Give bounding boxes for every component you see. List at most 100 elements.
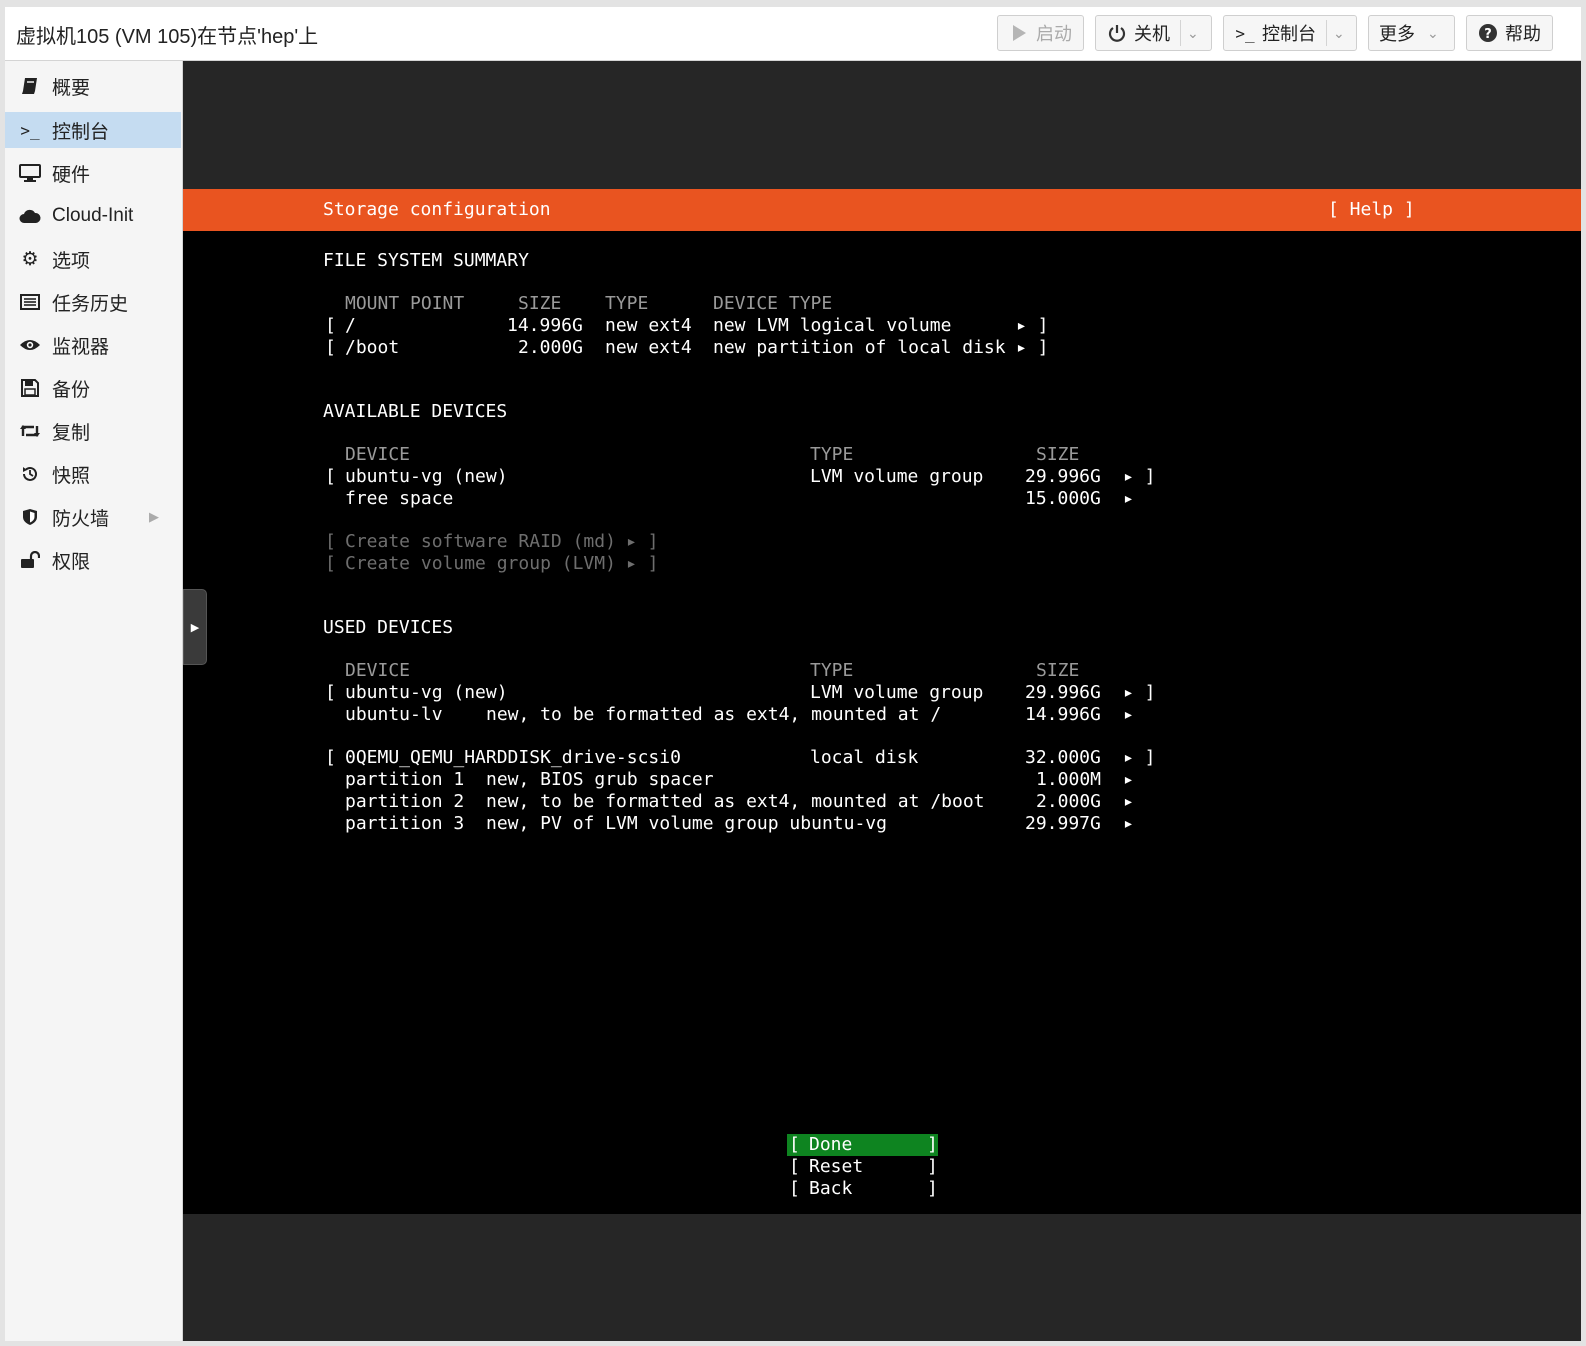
play-icon [1008,24,1030,42]
used-size: 32.000G [1025,747,1101,768]
expand-arrow-icon[interactable]: ▶ [149,509,159,525]
history-icon [17,465,43,483]
avail-size: 15.000G [1025,488,1101,509]
sidebar-item-options[interactable]: ⚙ 选项 [5,241,181,277]
app-window: 虚拟机105 (VM 105)在节点'hep'上 启动 关机 ⌄ >_ 控制台 … [5,7,1581,1341]
eye-icon [17,338,43,352]
fs-col-type: TYPE [605,293,649,314]
sidebar-item-permissions[interactable]: 权限 [5,542,181,578]
fs-summary-heading: FILE SYSTEM SUMMARY [323,250,529,271]
used-col-type: TYPE [810,660,854,681]
sidebar-item-label: Cloud-Init [52,205,134,226]
chevron-down-icon[interactable]: ⌄ [1333,25,1345,42]
used-child-size: 1.000M [1036,769,1102,790]
list-icon [17,294,43,310]
done-label: Done [809,1134,853,1155]
sidebar-item-monitor[interactable]: 监视器 [5,327,181,363]
sidebar-item-label: 控制台 [52,121,110,143]
shield-icon [17,508,43,526]
installer-help-button[interactable]: [ Help ] [1328,199,1415,221]
avail-device: free space [345,488,454,509]
start-button[interactable]: 启动 [997,15,1084,51]
sidebar-item-label: 快照 [52,465,91,487]
used-child-name: partition 2 [345,791,465,812]
avail-col-size: SIZE [1036,444,1080,465]
sidebar-item-summary[interactable]: 概要 [5,68,181,104]
avail-size: 29.996G [1025,466,1101,487]
used-devices-heading: USED DEVICES [323,617,454,638]
start-label: 启动 [1036,24,1072,44]
row-action-arrow-icon: ▸ [1123,813,1134,834]
fs-col-mount: MOUNT POINT [345,293,465,314]
fs-col-device-type: DEVICE TYPE [713,293,833,314]
vnc-console[interactable]: Storage configuration [ Help ] FILE SYST… [183,61,1581,1341]
used-child-name: ubuntu-lv [345,704,443,725]
book-icon [17,77,43,95]
sidebar-item-label: 监视器 [52,336,110,358]
unlock-icon [17,551,43,569]
console-label: 控制台 [1262,24,1316,44]
used-device: ubuntu-vg (new) [345,682,508,703]
sidebar-item-label: 任务历史 [52,293,129,315]
more-label: 更多 [1379,24,1415,44]
chevron-down-icon: ⌄ [1427,24,1439,41]
row-action-arrow-icon: ▸ ] [1123,466,1156,487]
used-device: 0QEMU_QEMU_HARDDISK_drive-scsi0 [345,747,681,768]
avail-device: ubuntu-vg (new) [345,466,508,487]
sidebar-item-replication[interactable]: 复制 [5,413,181,449]
used-size: 29.996G [1025,682,1101,703]
row-action-arrow-icon: ▸ [1123,769,1134,790]
fs-size: 14.996G [507,315,583,336]
installer-header-bar: Storage configuration [ Help ] [183,189,1581,231]
sidebar-item-hardware[interactable]: 硬件 [5,155,181,191]
chevron-down-icon[interactable]: ⌄ [1187,25,1199,42]
fs-size: 2.000G [518,337,584,358]
sidebar-item-firewall[interactable]: 防火墙 ▶ [5,499,181,535]
sidebar-item-label: 硬件 [52,164,91,186]
question-circle-icon: ? [1477,23,1499,43]
used-child-name: partition 3 [345,813,465,834]
sidebar-item-label: 概要 [52,77,91,99]
sidebar-item-label: 选项 [52,250,91,272]
row-action-arrow-icon: ▸ ] [1016,337,1049,358]
shutdown-button[interactable]: 关机 ⌄ [1095,15,1212,51]
fs-col-size: SIZE [518,293,562,314]
help-button[interactable]: ? 帮助 [1466,15,1553,51]
row-action-arrow-icon: ▸ [1123,488,1134,509]
row-action-arrow-icon: ▸ ] [1123,682,1156,703]
create-vg-label: Create volume group (LVM) [345,553,616,574]
used-col-device: DEVICE [345,660,411,681]
sidebar-item-label: 权限 [52,551,91,573]
sidebar-item-snapshot[interactable]: 快照 [5,456,181,492]
used-child-desc: new, to be formatted as ext4, mounted at… [486,791,985,812]
sidebar-item-console[interactable]: >_ 控制台 [5,112,181,148]
row-action-arrow-icon: ▸ [1123,704,1134,725]
available-devices-heading: AVAILABLE DEVICES [323,401,508,422]
used-child-size: 14.996G [1025,704,1101,725]
console-sidebar-toggle[interactable]: ▶ [183,589,207,665]
sidebar-item-task-history[interactable]: 任务历史 [5,284,181,320]
used-child-desc: new, PV of LVM volume group ubuntu-vg [486,813,887,834]
sidebar-item-label: 防火墙 [52,508,110,530]
fs-mount: /boot [345,337,400,358]
sidebar-item-backup[interactable]: 备份 [5,370,181,406]
row-action-arrow-icon: ▸ ] [1123,747,1156,768]
power-icon [1106,23,1128,43]
back-label: Back [809,1178,853,1199]
used-child-desc: new, BIOS grub spacer [486,769,714,790]
sidebar-item-label: 复制 [52,422,91,444]
fs-type: new ext4 [605,315,692,336]
help-label: 帮助 [1505,24,1541,44]
terminal-icon: >_ [1235,23,1255,43]
fs-device-type: new partition of local disk [713,337,1006,358]
used-type: LVM volume group [810,682,984,703]
fs-mount: / [345,315,356,336]
more-button[interactable]: 更多 ⌄ [1368,15,1455,51]
console-button[interactable]: >_ 控制台 ⌄ [1223,15,1357,51]
sidebar-item-cloud-init[interactable]: Cloud-Init [5,198,181,234]
avail-col-device: DEVICE [345,444,411,465]
chevron-right-icon: ▶ [190,621,200,634]
fs-type: new ext4 [605,337,692,358]
header-bar: 虚拟机105 (VM 105)在节点'hep'上 启动 关机 ⌄ >_ 控制台 … [5,7,1581,61]
used-col-size: SIZE [1036,660,1080,681]
